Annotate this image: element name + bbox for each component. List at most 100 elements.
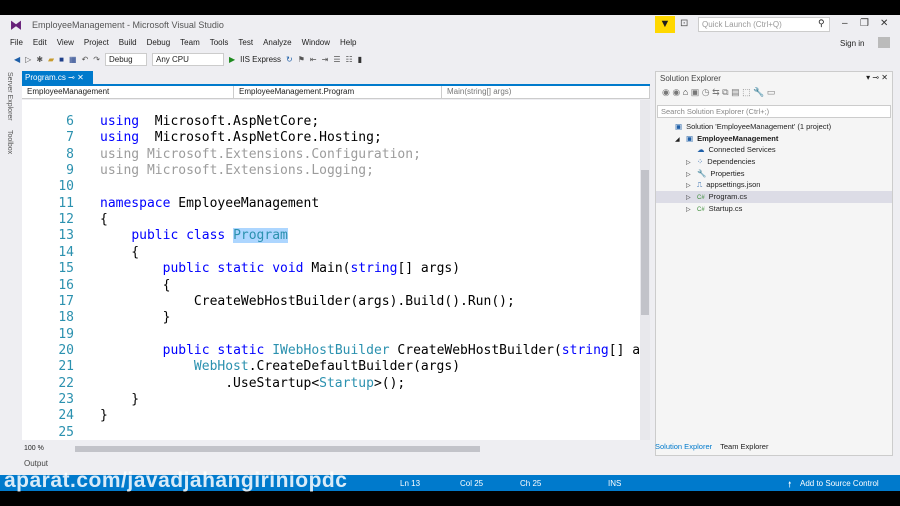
collapse-all-icon[interactable]: ⧉: [722, 87, 728, 97]
navigation-bar: EmployeeManagement EmployeeManagement.Pr…: [22, 86, 650, 99]
menu-build[interactable]: Build: [115, 35, 143, 51]
line-number: 20: [58, 342, 74, 358]
panel-controls[interactable]: ▾ ⊸ ✕: [866, 73, 888, 82]
tree-item[interactable]: ▷ ⁘ Dependencies: [656, 156, 892, 168]
forward-icon[interactable]: ◉: [672, 87, 680, 97]
menu-window[interactable]: Window: [298, 35, 336, 51]
menu-view[interactable]: View: [53, 35, 80, 51]
code-editor[interactable]: 6 using Microsoft.AspNetCore; 7 using Micro…: [22, 100, 650, 440]
run-button[interactable]: IIS Express: [240, 55, 281, 64]
toolbox-tab[interactable]: Toolbox: [6, 130, 13, 154]
bookmark-icon[interactable]: ▮: [358, 55, 362, 64]
back-icon[interactable]: ◉: [662, 87, 670, 97]
tree-item[interactable]: ▷ ⎍ appsettings.json: [656, 179, 892, 191]
save-all-icon[interactable]: ▦: [69, 55, 77, 64]
indent-icon[interactable]: ⇤: [310, 55, 317, 64]
tree-item[interactable]: ▣ Solution 'EmployeeManagement' (1 projec…: [656, 121, 892, 133]
add-to-source-control-button[interactable]: Add to Source Control: [800, 479, 879, 488]
tree-item[interactable]: ◢ ▣ EmployeeManagement: [656, 133, 892, 145]
forward-icon[interactable]: ▷: [25, 55, 31, 64]
restore-button[interactable]: ❐: [860, 18, 869, 29]
class-dropdown[interactable]: EmployeeManagement.Program: [234, 86, 442, 98]
code-line[interactable]: using Microsoft.AspNetCore.Hosting;: [100, 130, 382, 146]
expand-icon[interactable]: ▷: [686, 205, 697, 217]
find-icon[interactable]: ⚑: [298, 55, 305, 64]
code-token: public static void: [162, 261, 304, 277]
switch-views-icon[interactable]: ▣: [691, 87, 700, 97]
menu-team[interactable]: Team: [176, 35, 206, 51]
menu-analyze[interactable]: Analyze: [259, 35, 297, 51]
code-line[interactable]: }: [100, 392, 139, 408]
back-icon[interactable]: ◀: [14, 55, 20, 64]
tree-item[interactable]: ▷ C# Program.cs: [656, 191, 892, 203]
menu-file[interactable]: File: [6, 35, 29, 51]
quick-launch-input[interactable]: Quick Launch (Ctrl+Q): [698, 17, 830, 32]
menu-tools[interactable]: Tools: [206, 35, 235, 51]
preview-icon[interactable]: ⬚: [742, 87, 751, 97]
solution-search-input[interactable]: Search Solution Explorer (Ctrl+;): [657, 105, 891, 118]
code-line[interactable]: CreateWebHostBuilder(args).Build().Run()…: [100, 294, 515, 310]
code-line[interactable]: public class Program: [100, 228, 288, 244]
code-line[interactable]: namespace EmployeeManagement: [100, 196, 319, 212]
feedback-filter-icon[interactable]: ▼: [655, 16, 675, 33]
uncomment-icon[interactable]: ☷: [346, 55, 353, 64]
project-dropdown[interactable]: EmployeeManagement: [22, 86, 234, 98]
configuration-select[interactable]: Debug: [104, 52, 147, 66]
pin-icon[interactable]: ⊸: [68, 73, 75, 82]
menu-test[interactable]: Test: [234, 35, 259, 51]
sign-in-link[interactable]: Sign in: [840, 39, 864, 48]
show-all-icon[interactable]: ▤: [731, 87, 740, 97]
source-control-icon[interactable]: 🠕: [788, 479, 791, 493]
horizontal-scroll-thumb[interactable]: [75, 446, 480, 452]
close-tab-icon[interactable]: ✕: [77, 73, 84, 82]
code-line[interactable]: {: [100, 278, 171, 294]
member-dropdown[interactable]: Main(string[] args): [442, 86, 650, 98]
properties-icon[interactable]: 🔧: [753, 87, 764, 97]
pin-preview-icon[interactable]: ▭: [767, 87, 776, 97]
open-icon[interactable]: ▰: [48, 55, 54, 64]
menu-edit[interactable]: Edit: [29, 35, 53, 51]
tab-program-cs[interactable]: Program.cs ⊸ ✕: [22, 71, 93, 85]
code-line[interactable]: }: [100, 310, 171, 326]
code-line[interactable]: {: [100, 212, 108, 228]
tree-item[interactable]: ☁ Connected Services: [656, 144, 892, 156]
code-line[interactable]: }: [100, 408, 108, 424]
code-line[interactable]: using Microsoft.Extensions.Configuration…: [100, 147, 421, 163]
code-line[interactable]: {: [100, 245, 139, 261]
history-icon[interactable]: ◷: [702, 87, 710, 97]
redo-icon[interactable]: ↷: [93, 55, 100, 64]
save-icon[interactable]: ■: [59, 55, 64, 64]
code-line[interactable]: .UseStartup<Startup>();: [100, 376, 405, 392]
menu-debug[interactable]: Debug: [143, 35, 177, 51]
code-line[interactable]: WebHost.CreateDefaultBuilder(args): [100, 359, 460, 375]
menu-help[interactable]: Help: [336, 35, 362, 51]
code-line[interactable]: using Microsoft.AspNetCore;: [100, 114, 319, 130]
tab-team-explorer[interactable]: Team Explorer: [720, 442, 768, 451]
undo-icon[interactable]: ↶: [82, 55, 89, 64]
home-icon[interactable]: ⌂: [683, 87, 688, 97]
notifications-icon[interactable]: ⊡: [680, 18, 688, 29]
account-icon[interactable]: [878, 37, 890, 48]
comment-icon[interactable]: ☰: [333, 55, 340, 64]
refresh-icon[interactable]: ↻: [286, 55, 293, 64]
server-explorer-tab[interactable]: Server Explorer: [6, 72, 13, 121]
tree-item[interactable]: ▷ 🔧 Properties: [656, 168, 892, 180]
run-icon[interactable]: ▶: [229, 55, 235, 64]
code-line[interactable]: public static IWebHostBuilder CreateWebH…: [100, 343, 650, 359]
code-line[interactable]: using Microsoft.Extensions.Logging;: [100, 163, 374, 179]
new-project-icon[interactable]: ✱: [36, 55, 43, 64]
menu-project[interactable]: Project: [80, 35, 115, 51]
sync-icon[interactable]: ⇆: [712, 87, 720, 97]
tab-solution-explorer[interactable]: Solution Explorer: [655, 442, 712, 451]
close-button[interactable]: ✕: [880, 18, 888, 29]
search-icon[interactable]: ⚲: [818, 18, 825, 29]
output-tab[interactable]: Output: [24, 459, 48, 468]
explorer-tabs: Solution Explorer Team Explorer: [655, 442, 768, 451]
tree-item[interactable]: ▷ C# Startup.cs: [656, 203, 892, 215]
platform-select[interactable]: Any CPU: [151, 52, 224, 66]
zoom-select[interactable]: 100 %: [24, 445, 44, 452]
outdent-icon[interactable]: ⇥: [322, 55, 329, 64]
minimize-button[interactable]: –: [842, 18, 848, 29]
vertical-scroll-thumb[interactable]: [641, 170, 649, 315]
code-line[interactable]: public static void Main(string[] args): [100, 261, 460, 277]
